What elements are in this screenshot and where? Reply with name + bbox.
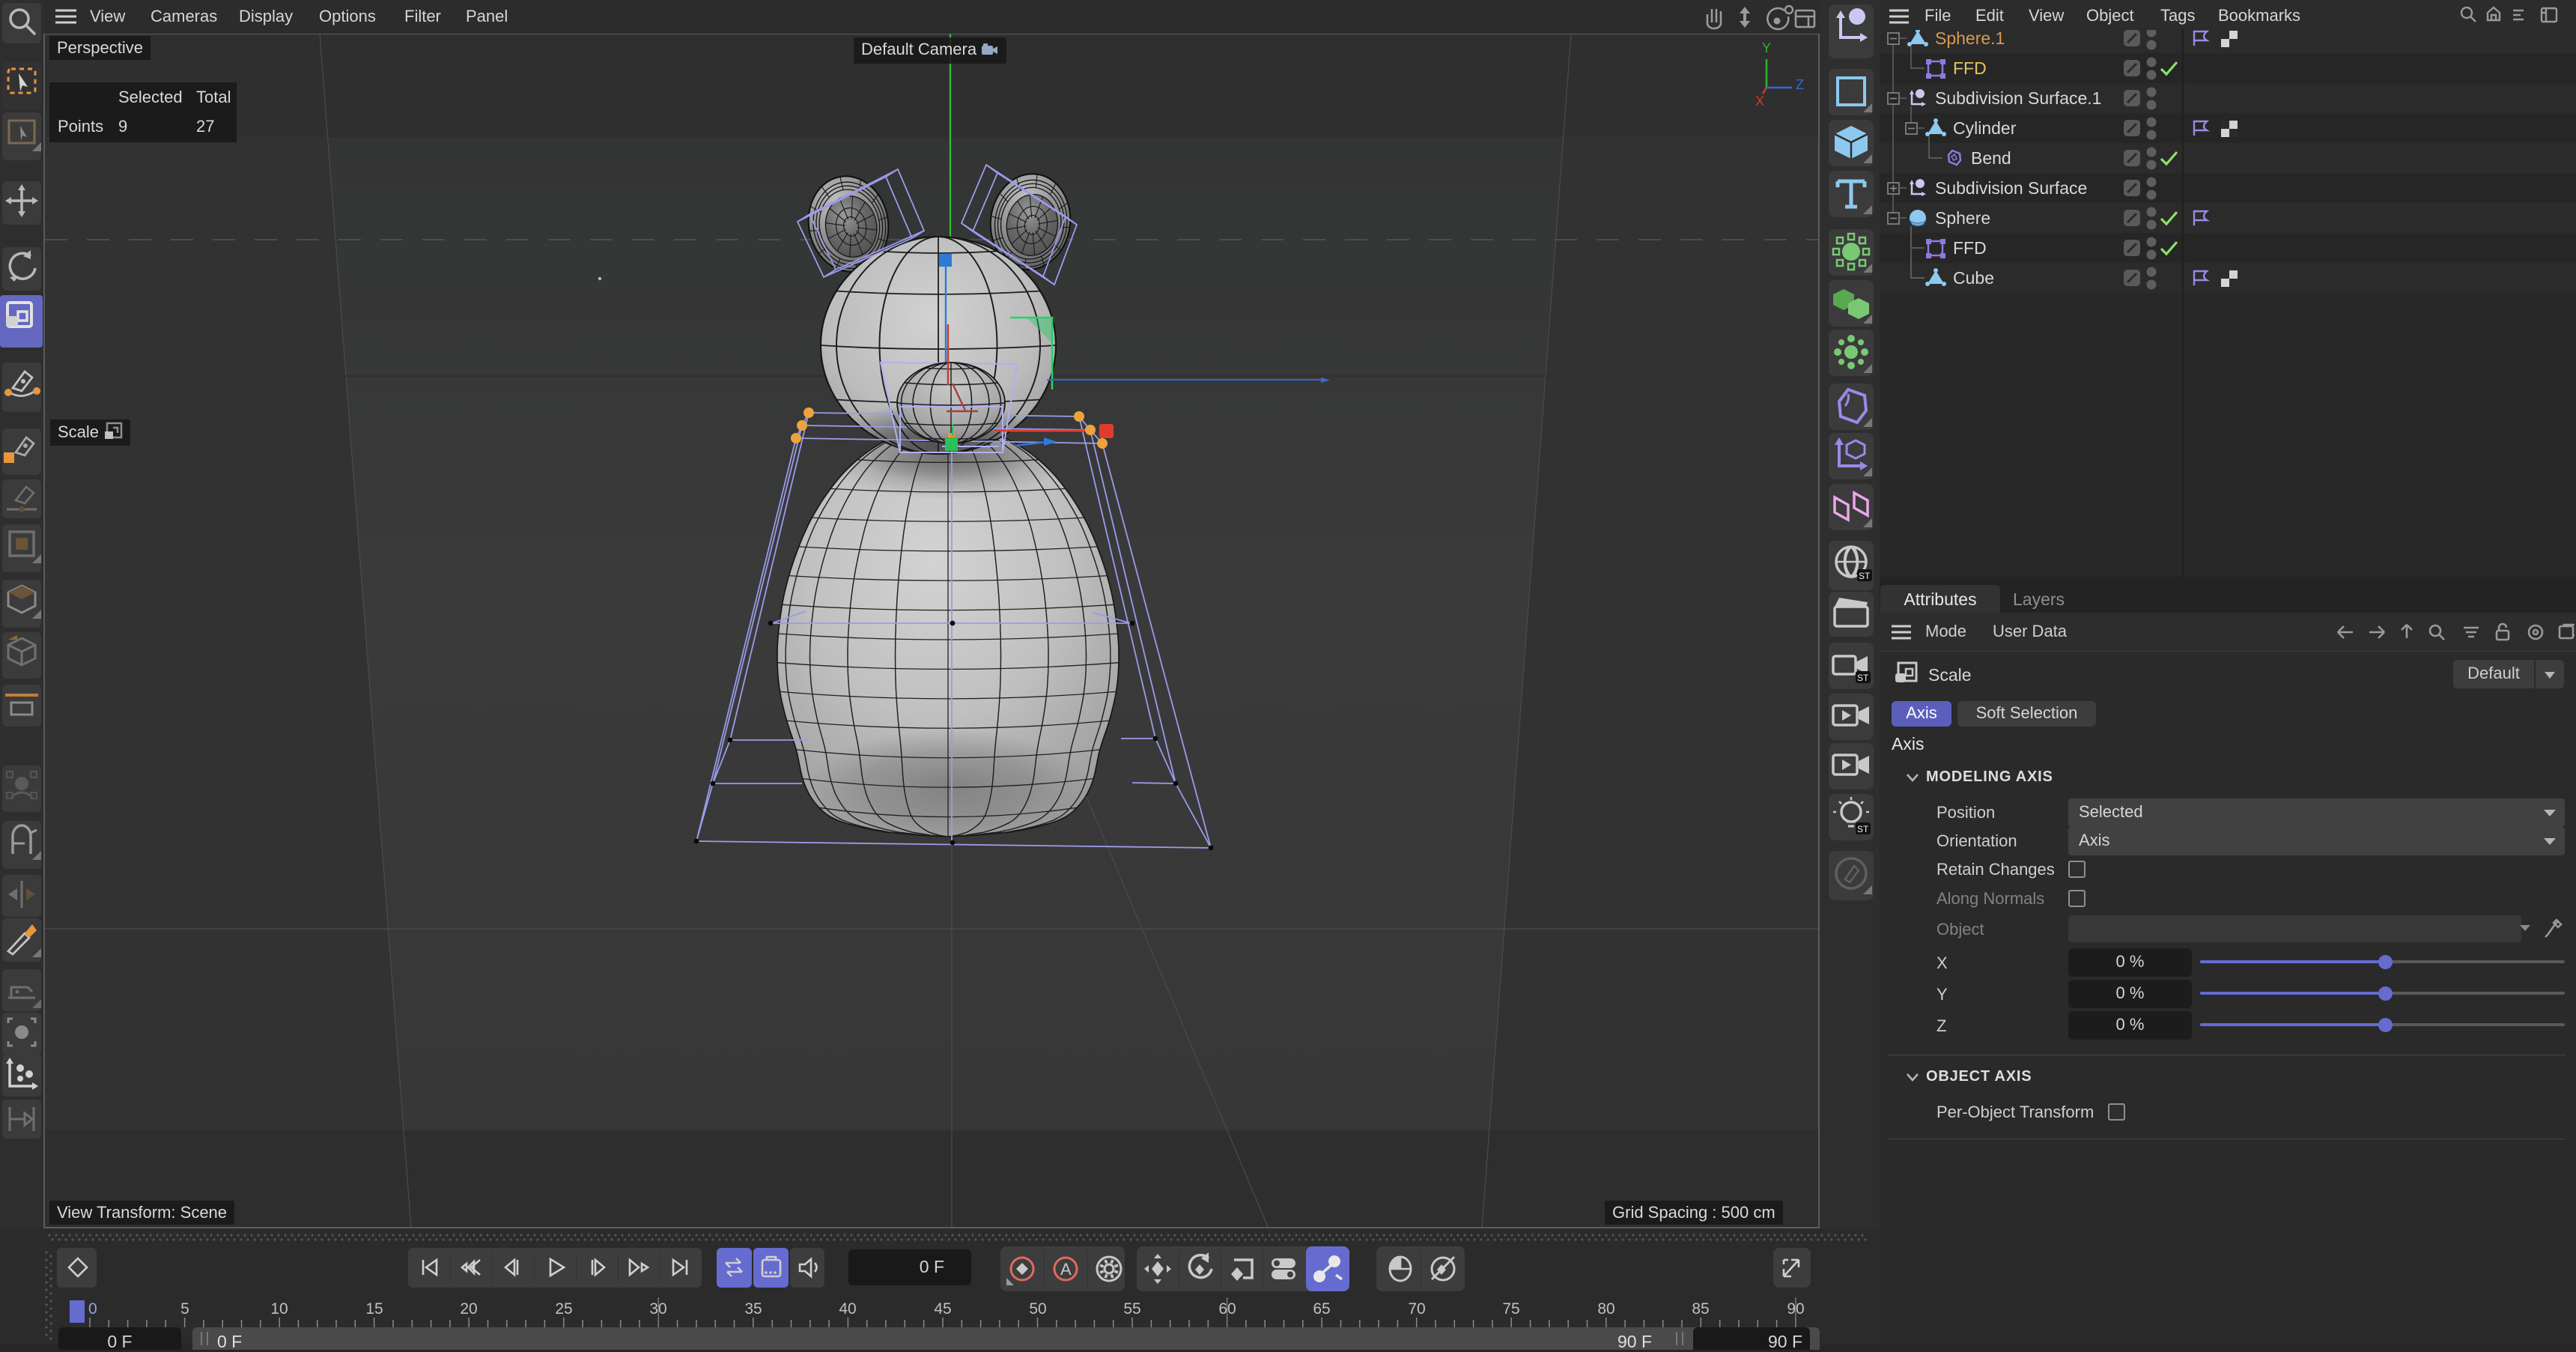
svg-text:25: 25 xyxy=(555,1300,572,1318)
svg-text:Bend: Bend xyxy=(1971,148,2011,168)
svg-text:0: 0 xyxy=(88,1300,97,1318)
svg-text:ST: ST xyxy=(1859,571,1871,581)
svg-text:FFD: FFD xyxy=(1953,238,1987,258)
svg-text:15: 15 xyxy=(365,1300,383,1318)
svg-text:55: 55 xyxy=(1123,1300,1140,1318)
svg-text:10: 10 xyxy=(270,1300,288,1318)
svg-text:70: 70 xyxy=(1408,1300,1425,1318)
svg-text:X: X xyxy=(1755,94,1764,109)
svg-text:Subdivision Surface: Subdivision Surface xyxy=(1935,178,2087,198)
svg-text:Cube: Cube xyxy=(1953,268,1994,288)
svg-text:Cylinder: Cylinder xyxy=(1953,118,2017,138)
svg-text:65: 65 xyxy=(1313,1300,1330,1318)
svg-text:50: 50 xyxy=(1029,1300,1046,1318)
svg-text:Y: Y xyxy=(1762,40,1771,55)
svg-text:20: 20 xyxy=(460,1300,477,1318)
svg-text:5: 5 xyxy=(180,1300,189,1318)
svg-text:40: 40 xyxy=(839,1300,856,1318)
svg-text:75: 75 xyxy=(1502,1300,1519,1318)
svg-text:Sphere.1: Sphere.1 xyxy=(1935,30,2005,48)
svg-text:FFD: FFD xyxy=(1953,58,1987,78)
svg-text:ST: ST xyxy=(1857,824,1869,834)
svg-text:85: 85 xyxy=(1692,1300,1709,1318)
svg-text:80: 80 xyxy=(1597,1300,1614,1318)
svg-text:A: A xyxy=(1060,1260,1072,1279)
svg-text:ST: ST xyxy=(1857,673,1869,683)
svg-text:35: 35 xyxy=(744,1300,762,1318)
svg-text:Z: Z xyxy=(1796,77,1804,92)
svg-text:45: 45 xyxy=(934,1300,951,1318)
svg-text:Sphere: Sphere xyxy=(1935,208,1990,228)
svg-text:Subdivision Surface.1: Subdivision Surface.1 xyxy=(1935,88,2101,108)
